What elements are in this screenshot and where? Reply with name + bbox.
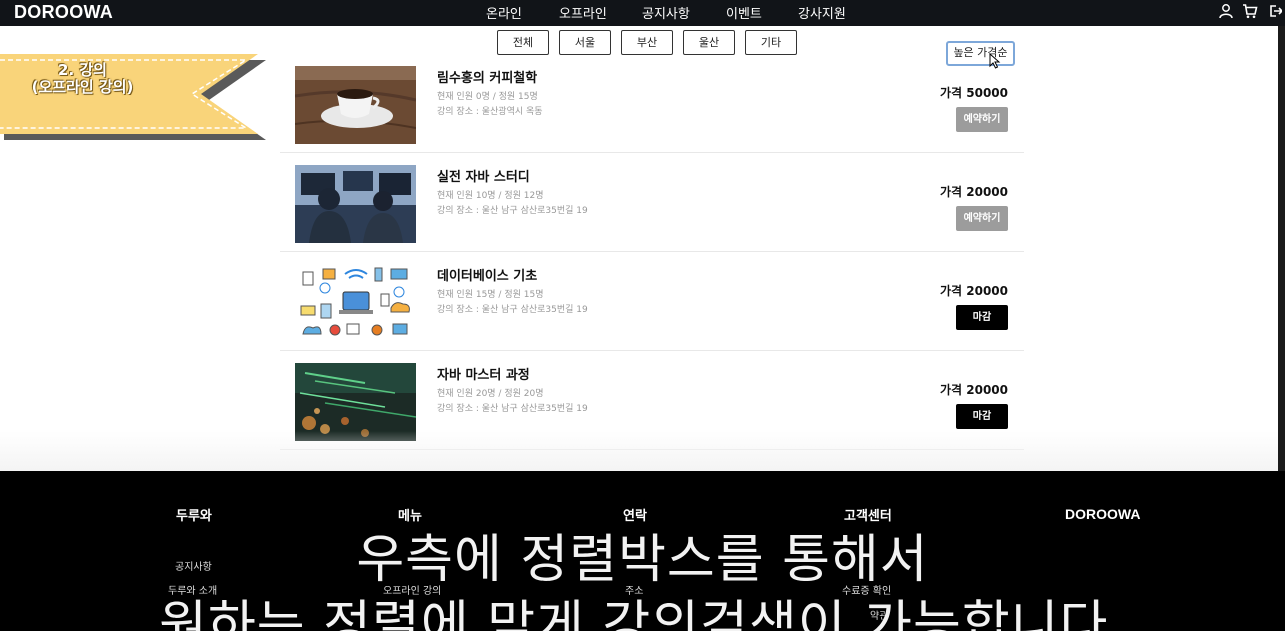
course-title[interactable]: 림수홍의 커피철학 xyxy=(437,67,537,86)
course-location: 강의 장소 : 울산 남구 삼산로35번길 19 xyxy=(437,404,588,414)
nav-notice[interactable]: 공지사항 xyxy=(642,3,690,22)
course-card: 실전 자바 스터디 현재 인원 10명 / 정원 12명 강의 장소 : 울산 … xyxy=(280,153,1024,252)
top-navbar: DOROOWA 온라인 오프라인 공지사항 이벤트 강사지원 xyxy=(0,0,1285,26)
course-price: 가격 20000 xyxy=(939,185,1008,199)
filter-ulsan-button[interactable]: 울산 xyxy=(683,30,735,55)
course-enrollment: 현재 인원 0명 / 정원 15명 xyxy=(437,92,538,102)
ribbon-line-1: 2. 강의 xyxy=(58,61,107,79)
course-thumbnail-coffee[interactable] xyxy=(295,66,416,144)
filter-seoul-button[interactable]: 서울 xyxy=(559,30,611,55)
reserve-button[interactable]: 예약하기 xyxy=(956,107,1008,132)
closed-button[interactable]: 마감 xyxy=(956,305,1008,330)
nav-online[interactable]: 온라인 xyxy=(486,3,522,22)
video-subtitle-line-2: 원하는 정렬에 맞게 강의검색이 가능합니다. xyxy=(159,596,1126,631)
course-enrollment: 현재 인원 15명 / 정원 15명 xyxy=(437,290,544,300)
course-enrollment: 현재 인원 10명 / 정원 12명 xyxy=(437,191,544,201)
course-price: 가격 20000 xyxy=(939,284,1008,298)
reserve-button[interactable]: 예약하기 xyxy=(956,206,1008,231)
course-thumbnail-network-icons[interactable] xyxy=(295,264,416,342)
course-price: 가격 20000 xyxy=(939,383,1008,397)
course-card: 데이터베이스 기초 현재 인원 15명 / 정원 15명 강의 장소 : 울산 … xyxy=(280,252,1024,351)
video-subtitle-line-1: 우측에 정렬박스를 통해서 xyxy=(356,530,929,590)
filter-etc-button[interactable]: 기타 xyxy=(745,30,797,55)
closed-button[interactable]: 마감 xyxy=(956,404,1008,429)
ribbon-title: 2. 강의 (오프라인 강의) xyxy=(10,62,155,96)
site-logo[interactable]: DOROOWA xyxy=(14,2,113,23)
course-location: 강의 장소 : 울산 남구 삼산로35번길 19 xyxy=(437,305,588,315)
course-thumbnail-code-screen[interactable] xyxy=(295,363,416,441)
logout-icon[interactable] xyxy=(1268,3,1282,19)
cart-icon[interactable] xyxy=(1242,3,1258,19)
nav-offline[interactable]: 오프라인 xyxy=(559,3,607,22)
course-card: 림수홍의 커피철학 현재 인원 0명 / 정원 15명 강의 장소 : 울산광역… xyxy=(280,54,1024,153)
ribbon-line-2: (오프라인 강의) xyxy=(31,78,134,96)
course-price: 가격 50000 xyxy=(939,86,1008,100)
course-thumbnail-programmers[interactable] xyxy=(295,165,416,243)
course-title[interactable]: 데이터베이스 기초 xyxy=(437,265,537,284)
course-location: 강의 장소 : 울산광역시 옥동 xyxy=(437,107,543,117)
course-location: 강의 장소 : 울산 남구 삼산로35번길 19 xyxy=(437,206,588,216)
course-enrollment: 현재 인원 20명 / 정원 20명 xyxy=(437,389,544,399)
course-title[interactable]: 실전 자바 스터디 xyxy=(437,166,530,185)
user-icon[interactable] xyxy=(1218,3,1234,19)
page: DOROOWA 온라인 오프라인 공지사항 이벤트 강사지원 2. 강의 (오프… xyxy=(0,0,1285,631)
content-fade xyxy=(0,431,1278,471)
course-title[interactable]: 자바 마스터 과정 xyxy=(437,364,530,383)
filter-all-button[interactable]: 전체 xyxy=(497,30,549,55)
nav-instructor-apply[interactable]: 강사지원 xyxy=(798,3,846,22)
nav-event[interactable]: 이벤트 xyxy=(726,3,762,22)
filter-busan-button[interactable]: 부산 xyxy=(621,30,673,55)
site-footer: 두루와 메뉴 연락 고객센터 DOROOWA 공지사항 두루와 소개 오프라인 … xyxy=(0,471,1285,631)
scrollbar-strip[interactable] xyxy=(1278,26,1285,471)
